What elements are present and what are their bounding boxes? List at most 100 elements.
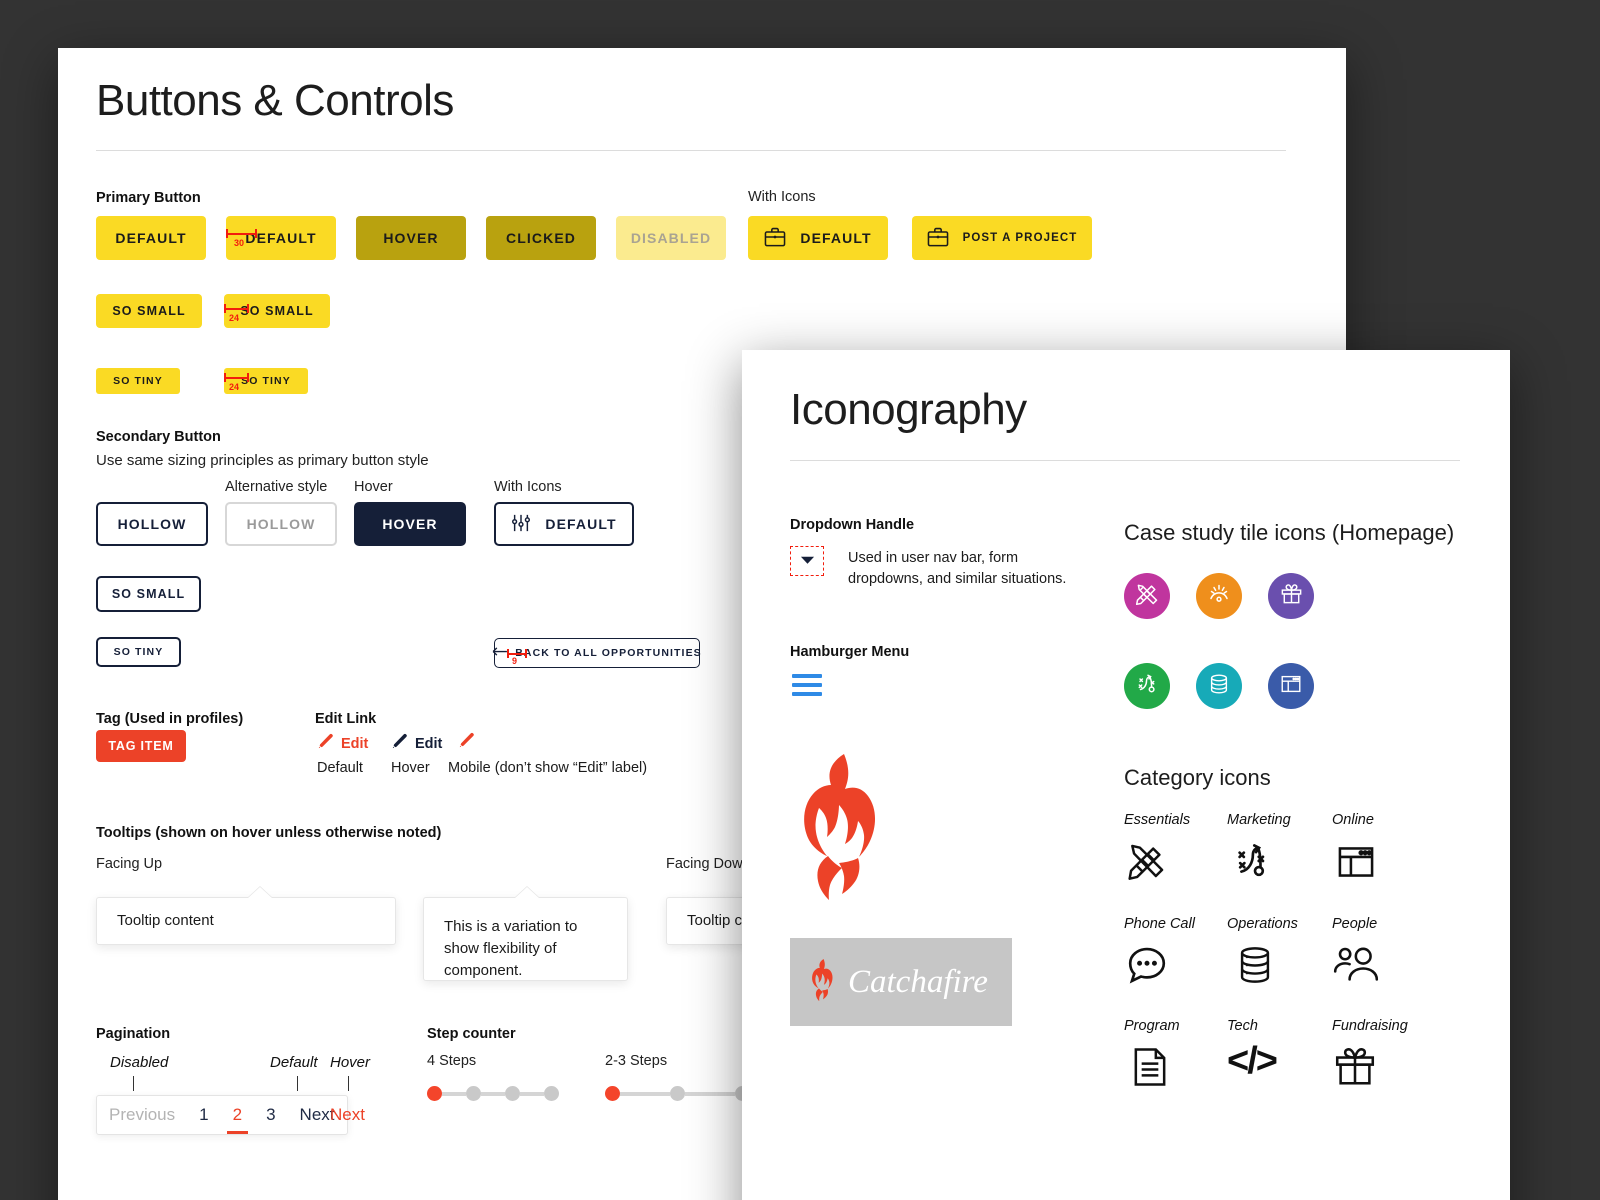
primary-hover-button[interactable]: HOVER [356,216,466,260]
secondary-button-heading: Secondary Button [96,429,221,445]
step-dot-active[interactable] [427,1086,442,1101]
step-dot[interactable] [466,1086,481,1101]
case-study-tile-row-2 [1124,663,1314,709]
category-label-operations: Operations [1227,916,1298,932]
primary-so-small-annotated-button[interactable]: SO SMALL [224,294,330,328]
step-dot[interactable] [505,1086,520,1101]
browser-window-icon [1334,840,1378,889]
category-label-program: Program [1124,1018,1180,1034]
catchafire-wordmark-plate: Catchafire [790,938,1012,1026]
case-study-tile-marketing[interactable] [1124,663,1170,709]
secondary-so-tiny-button[interactable]: SO TINY [96,637,181,667]
people-icon [1332,944,1380,991]
primary-clicked-button[interactable]: CLICKED [486,216,596,260]
category-label-phone-call: Phone Call [1124,916,1195,932]
iconography-panel: Iconography Dropdown Handle Used in user… [742,350,1510,1200]
case-study-tile-online[interactable] [1268,663,1314,709]
edit-link-default-label: Edit [341,736,369,752]
pagination-page-1[interactable]: 1 [187,1096,220,1134]
tag-item-button[interactable]: TAG ITEM [96,730,186,762]
edit-link-default[interactable]: Edit [317,733,368,755]
case-study-tile-operations[interactable] [1196,663,1242,709]
primary-so-tiny-annotated-button[interactable]: SO TINY [224,368,308,394]
pagination-heading: Pagination [96,1026,171,1042]
step-dot-active[interactable] [605,1086,620,1101]
step-line [520,1091,544,1096]
step-line [442,1091,466,1096]
tooltip-text: Tooltip content [117,912,214,930]
catchafire-wordmark: Catchafire [848,963,988,1000]
pagination-marker-tick [348,1076,349,1091]
arrow-left-icon [492,646,509,660]
secondary-alternative-label: Alternative style [225,479,328,495]
pagination-disabled-marker: Disabled [110,1054,169,1071]
edit-link-default-caption: Default [317,760,363,776]
edit-link-hover[interactable]: Edit [391,733,442,755]
primary-disabled-button: DISABLED [616,216,726,260]
primary-icon-default-button[interactable]: DEFAULT [748,216,888,260]
dropdown-handle-swatch[interactable] [790,546,824,576]
pencil-icon [458,732,475,753]
ruler-pencil-icon [1134,581,1160,612]
edit-link-hover-caption: Hover [391,760,430,776]
tooltip-facing-up-2: This is a variation to show flexibility … [423,887,628,981]
pagination-control[interactable]: Previous 1 2 3 Next [96,1095,348,1135]
dropdown-handle-description: Used in user nav bar, form dropdowns, an… [848,550,1067,588]
gift-icon [1279,581,1304,611]
briefcase-icon [764,227,786,250]
step-dot[interactable] [544,1086,559,1101]
tooltip-facing-up-1: Tooltip content [96,887,396,945]
secondary-with-icons-label: With Icons [494,479,562,495]
step-line [620,1091,670,1096]
code-icon: </> [1227,1040,1278,1082]
primary-default-button[interactable]: DEFAULT [96,216,206,260]
dropdown-handle-heading: Dropdown Handle [790,517,915,533]
secondary-hollow-alt-button[interactable]: HOLLOW [225,502,337,546]
edit-link-mobile[interactable] [458,732,475,754]
primary-button-heading: Primary Button [96,190,201,206]
strategy-icon [1229,838,1275,889]
pagination-page-3[interactable]: 3 [254,1096,287,1134]
secondary-button-subtext: Use same sizing principles as primary bu… [96,452,429,469]
case-study-tile-row-1 [1124,573,1314,619]
secondary-hollow-button[interactable]: HOLLOW [96,502,208,546]
primary-so-small-button[interactable]: SO SMALL [96,294,202,328]
secondary-hover-label: Hover [354,479,393,495]
step-dot[interactable] [670,1086,685,1101]
step-counter-heading: Step counter [427,1026,516,1042]
edit-link-hover-label: Edit [415,736,443,752]
case-study-tile-essentials[interactable] [1124,573,1170,619]
pagination-marker-tick [297,1076,298,1091]
case-study-tile-insight[interactable] [1196,573,1242,619]
step-counter-group-1-label: 4 Steps [427,1053,477,1069]
tooltip-tail-icon [514,887,540,899]
category-label-online: Online [1332,812,1374,828]
tag-heading: Tag (Used in profiles) [96,711,244,727]
tooltips-heading: Tooltips (shown on hover unless otherwis… [96,825,442,841]
tooltip-text: This is a variation to show flexibility … [444,918,578,979]
tooltip-facing-up-label: Facing Up [96,856,163,872]
step-line [481,1091,505,1096]
primary-default-annotated-button[interactable]: DEFAULT [226,216,336,260]
pagination-page-2[interactable]: 2 [221,1096,254,1134]
database-icon [1234,942,1276,993]
browser-window-icon [1279,672,1303,701]
step-counter-2-3-steps [605,1086,750,1101]
catchafire-flame-logo [790,752,894,907]
secondary-so-small-button[interactable]: SO SMALL [96,576,201,612]
hamburger-icon[interactable] [792,674,822,696]
primary-with-icons-label: With Icons [748,189,816,205]
category-icons-heading: Category icons [1124,765,1271,790]
secondary-icon-default-label: DEFAULT [545,516,617,532]
back-to-all-opportunities-button[interactable]: BACK TO ALL OPPORTUNITIES [492,638,701,668]
secondary-hover-button[interactable]: HOVER [354,502,466,546]
catchafire-flame-logo [808,958,838,1007]
primary-so-tiny-button[interactable]: SO TINY [96,368,180,394]
secondary-icon-default-button[interactable]: DEFAULT [494,502,634,546]
primary-post-a-project-button[interactable]: POST A PROJECT [912,216,1092,260]
primary-icon-default-label: DEFAULT [800,230,872,246]
chat-bubble-icon [1124,942,1170,993]
iconography-divider [790,460,1460,461]
pagination-next-hover[interactable]: Next [330,1105,365,1125]
case-study-tile-fundraising[interactable] [1268,573,1314,619]
